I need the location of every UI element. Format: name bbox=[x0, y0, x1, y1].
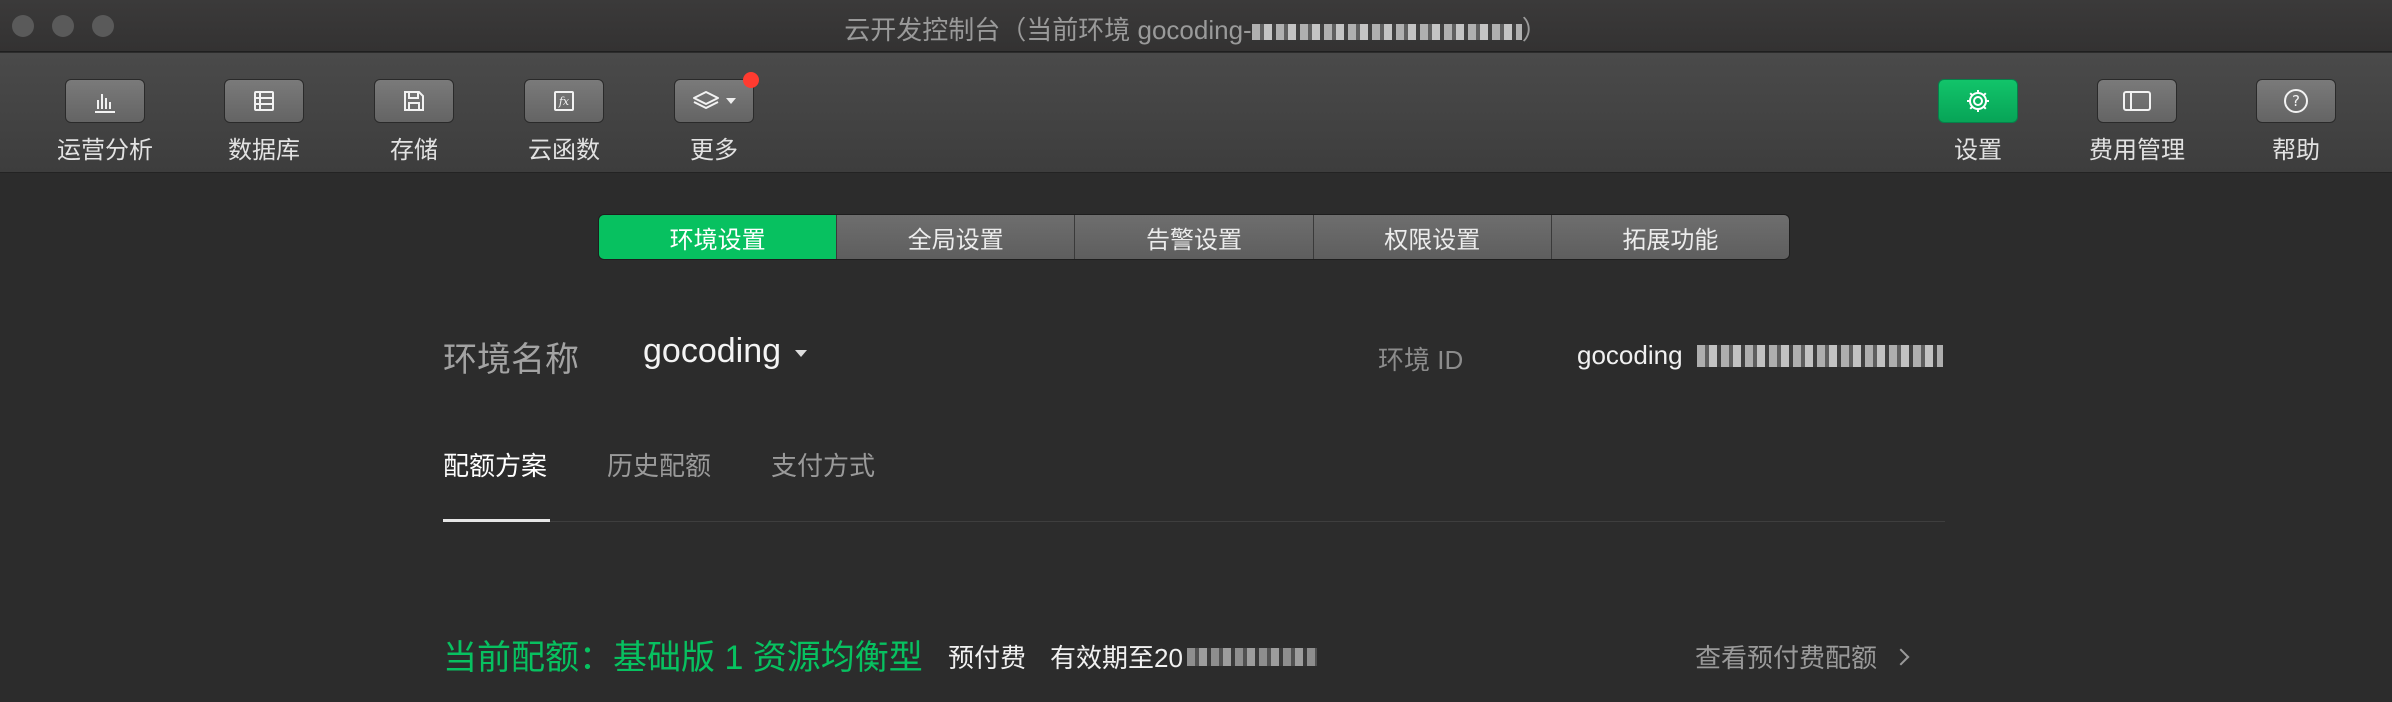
toolbar-database[interactable]: 数据库 bbox=[209, 79, 319, 165]
toolbar-storage-button[interactable] bbox=[374, 79, 454, 123]
toolbar-settings-button[interactable] bbox=[1938, 79, 2018, 123]
notification-dot bbox=[743, 72, 759, 88]
chevron-down-icon bbox=[726, 98, 736, 104]
main-toolbar: 运营分析 数据库 存储 fx 云函数 更多 设置 费用管理 ? 帮助 bbox=[0, 53, 2392, 173]
toolbar-analytics-button[interactable] bbox=[65, 79, 145, 123]
toolbar-more[interactable]: 更多 bbox=[659, 72, 769, 165]
tab-alarm-settings[interactable]: 告警设置 bbox=[1074, 215, 1313, 259]
function-icon: fx bbox=[554, 91, 574, 111]
quota-subtabs: 配额方案 历史配额 支付方式 bbox=[443, 446, 935, 483]
prepaid-badge: 预付费 bbox=[948, 643, 1027, 673]
settings-segmented-control: 环境设置 全局设置 告警设置 权限设置 拓展功能 bbox=[598, 214, 1790, 260]
toolbar-more-label: 更多 bbox=[690, 137, 738, 164]
tab-global-settings[interactable]: 全局设置 bbox=[836, 215, 1075, 259]
toolbar-settings-label: 设置 bbox=[1954, 137, 2002, 164]
toolbar-billing-label: 费用管理 bbox=[2089, 137, 2185, 164]
env-id-text: gocoding bbox=[1577, 340, 1683, 370]
window-title: 云开发控制台（当前环境 gocoding- ） bbox=[0, 10, 2392, 47]
toolbar-database-button[interactable] bbox=[224, 79, 304, 123]
chevron-right-icon bbox=[1892, 648, 1910, 665]
env-selector[interactable]: gocoding bbox=[643, 332, 808, 371]
database-icon bbox=[254, 91, 274, 111]
redacted-env-suffix bbox=[1696, 344, 1943, 367]
toolbar-cloud-function-button[interactable]: fx bbox=[524, 79, 604, 123]
toolbar-help-label: 帮助 bbox=[2272, 137, 2320, 164]
help-icon: ? bbox=[2284, 89, 2308, 113]
subtab-payment-method[interactable]: 支付方式 bbox=[771, 446, 875, 483]
toolbar-billing[interactable]: 费用管理 bbox=[2082, 79, 2192, 165]
gear-icon bbox=[1967, 90, 1989, 112]
layers-icon bbox=[693, 91, 719, 109]
subtab-quota-history[interactable]: 历史配额 bbox=[607, 446, 711, 483]
chevron-down-icon bbox=[795, 350, 808, 357]
view-prepaid-quota-link[interactable]: 查看预付费配额 bbox=[1695, 638, 1910, 675]
current-quota: 当前配额：基础版 1 资源均衡型 bbox=[443, 639, 923, 677]
env-name-label: 环境名称 bbox=[443, 341, 579, 379]
toolbar-analytics[interactable]: 运营分析 bbox=[50, 79, 160, 165]
toolbar-help-button[interactable]: ? bbox=[2256, 79, 2336, 123]
toolbar-cloud-function-label: 云函数 bbox=[528, 137, 600, 164]
subtab-divider bbox=[443, 521, 1945, 522]
toolbar-settings[interactable]: 设置 bbox=[1923, 79, 2033, 165]
validity-text: 有效期至20 bbox=[1050, 643, 1183, 673]
tab-extensions[interactable]: 拓展功能 bbox=[1550, 215, 1789, 259]
toolbar-storage[interactable]: 存储 bbox=[359, 79, 469, 165]
tab-env-settings[interactable]: 环境设置 bbox=[599, 215, 837, 259]
env-name-value: gocoding bbox=[643, 332, 782, 370]
billing-icon bbox=[2123, 91, 2151, 111]
toolbar-database-label: 数据库 bbox=[228, 137, 300, 164]
env-id-value: gocoding bbox=[1577, 340, 1943, 371]
redacted-env-id bbox=[1251, 24, 1522, 41]
env-id-label: 环境 ID bbox=[1378, 345, 1464, 375]
window-titlebar: 云开发控制台（当前环境 gocoding- ） bbox=[0, 0, 2392, 52]
toolbar-more-button[interactable] bbox=[674, 72, 759, 123]
tab-permission-settings[interactable]: 权限设置 bbox=[1312, 215, 1551, 259]
svg-text:?: ? bbox=[2292, 92, 2300, 110]
toolbar-analytics-label: 运营分析 bbox=[57, 137, 153, 164]
bar-chart-icon bbox=[95, 94, 115, 113]
view-prepaid-quota-label: 查看预付费配额 bbox=[1695, 643, 1878, 673]
window-title-text: 云开发控制台（当前环境 gocoding- bbox=[844, 15, 1252, 45]
toolbar-help[interactable]: ? 帮助 bbox=[2241, 79, 2351, 165]
toolbar-billing-button[interactable] bbox=[2097, 79, 2177, 123]
svg-text:fx: fx bbox=[558, 95, 570, 108]
active-subtab-indicator bbox=[443, 519, 550, 522]
toolbar-storage-label: 存储 bbox=[390, 137, 438, 164]
window-title-end: ） bbox=[1521, 15, 1548, 45]
redacted-date bbox=[1186, 647, 1317, 666]
floppy-disk-icon bbox=[404, 91, 424, 111]
toolbar-cloud-function[interactable]: fx 云函数 bbox=[509, 79, 619, 165]
validity-period: 有效期至20 bbox=[1050, 638, 1317, 675]
subtab-quota-plan[interactable]: 配额方案 bbox=[443, 446, 547, 483]
